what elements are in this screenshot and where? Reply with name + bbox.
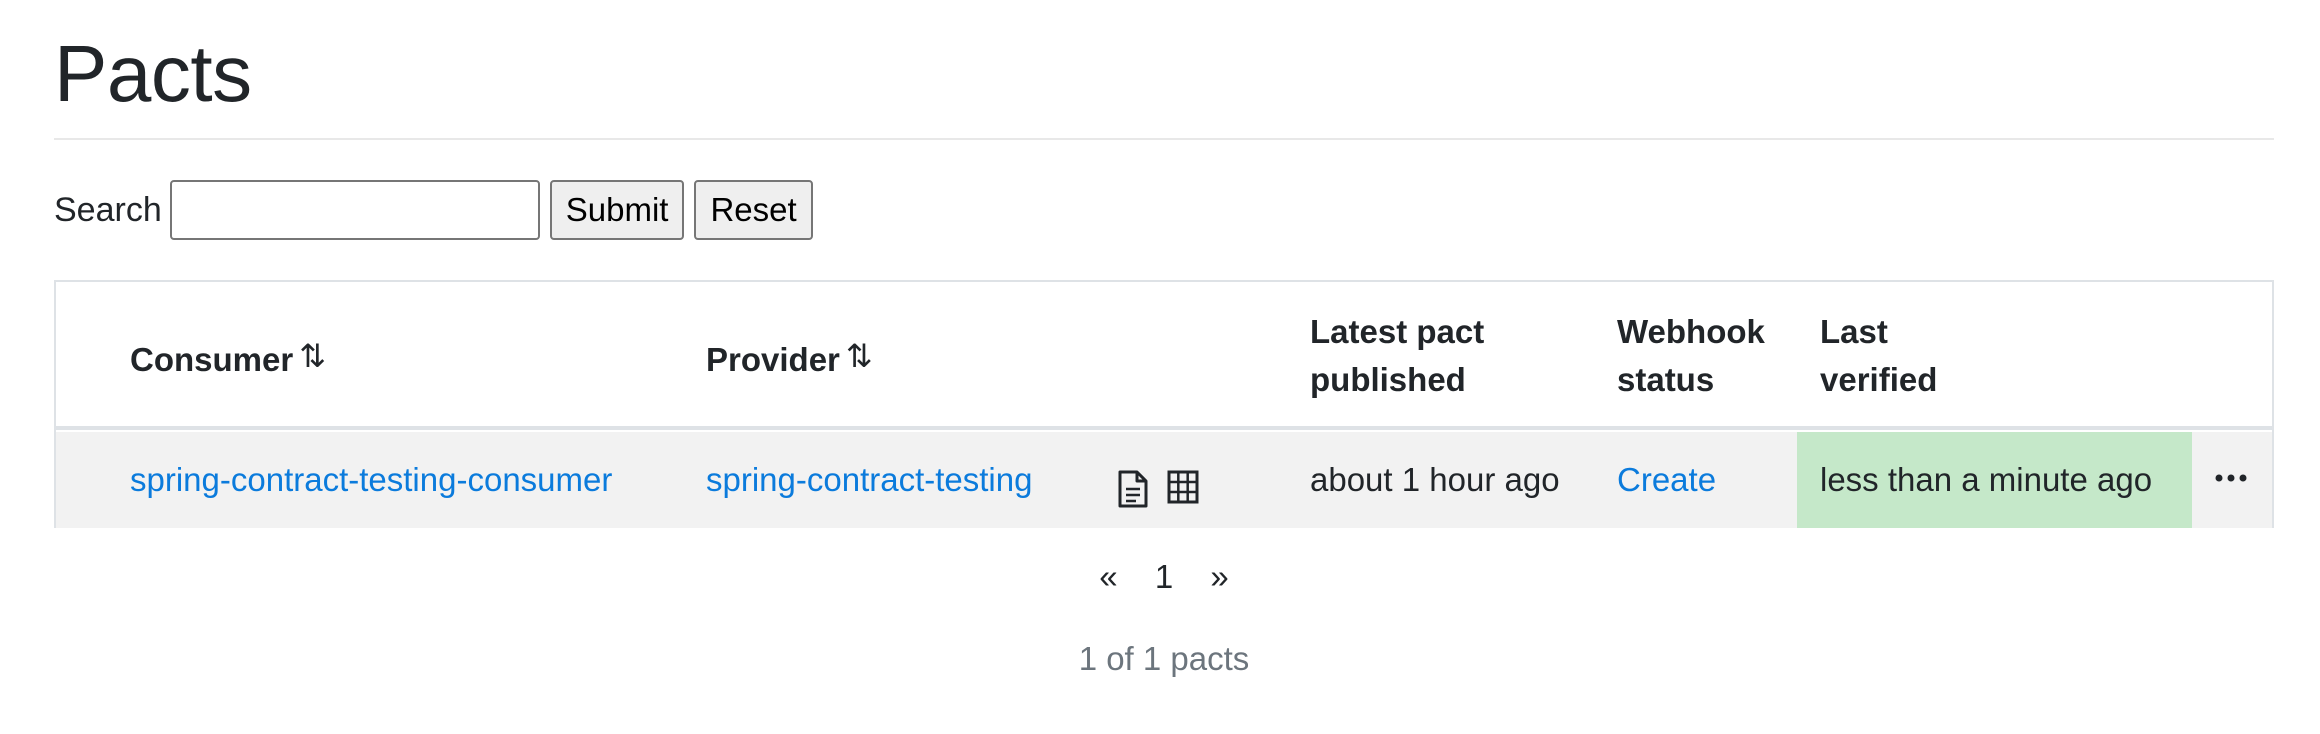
pagination-prev[interactable]: « <box>1099 558 1117 596</box>
sort-icon[interactable]: ⇅ <box>846 338 873 374</box>
header-webhook-line2: status <box>1617 361 1715 398</box>
header-latest-pact-line2: published <box>1310 361 1466 398</box>
header-provider[interactable]: Provider ⇅ <box>706 332 873 384</box>
header-latest-pact-line1: Latest pact <box>1310 313 1485 350</box>
header-last-verified: Last verified <box>1820 308 1937 404</box>
page-title: Pacts <box>54 29 252 118</box>
reset-button[interactable]: Reset <box>694 180 813 240</box>
header-provider-label: Provider <box>706 341 840 378</box>
header-consumer-label: Consumer <box>130 341 294 378</box>
header-latest-pact: Latest pact published <box>1310 308 1484 404</box>
sort-icon[interactable]: ⇅ <box>299 338 326 374</box>
table-row: spring-contract-testing-consumer spring-… <box>56 432 2272 528</box>
submit-button[interactable]: Submit <box>549 180 685 240</box>
webhook-create-link[interactable]: Create <box>1617 432 1716 528</box>
table-header: Consumer ⇅ Provider ⇅ Latest pact publishe… <box>56 282 2272 430</box>
search-label: Search <box>54 190 162 229</box>
header-webhook-status: Webhook status <box>1617 308 1765 404</box>
title-divider <box>54 138 2274 140</box>
search-form: Search Submit Reset <box>54 180 813 240</box>
matrix-table-icon[interactable] <box>1167 470 1199 509</box>
search-input[interactable] <box>169 180 540 240</box>
more-options-icon[interactable] <box>2212 456 2252 496</box>
document-icon[interactable] <box>1117 470 1149 513</box>
header-consumer[interactable]: Consumer ⇅ <box>130 332 326 384</box>
pacts-table: Consumer ⇅ Provider ⇅ Latest pact publishe… <box>54 280 2274 528</box>
pagination: « 1 » <box>54 558 2274 596</box>
pagination-next[interactable]: » <box>1210 558 1228 596</box>
results-summary: 1 of 1 pacts <box>1078 640 1250 677</box>
pagination-page-current[interactable]: 1 <box>1155 558 1173 596</box>
latest-pact-published: about 1 hour ago <box>1310 461 1560 498</box>
header-verified-line2: verified <box>1820 361 1938 398</box>
last-verified: less than a minute ago <box>1820 461 2153 498</box>
header-verified-line1: Last <box>1820 313 1888 350</box>
header-webhook-line1: Webhook <box>1617 313 1765 350</box>
consumer-link[interactable]: spring-contract-testing-consumer <box>130 432 612 528</box>
provider-link[interactable]: spring-contract-testing <box>706 432 1032 528</box>
